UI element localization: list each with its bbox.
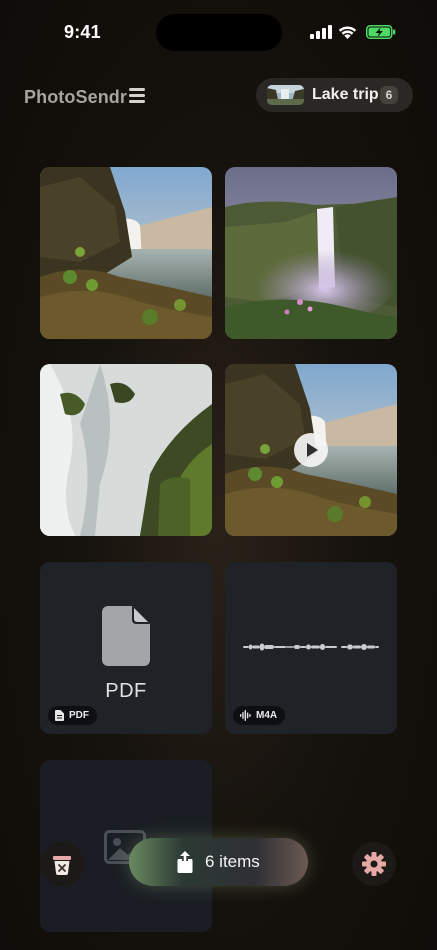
album-thumbnail [267,85,304,105]
media-tile-photo[interactable] [40,167,212,339]
settings-button[interactable] [352,842,396,886]
app-header: PhotoSendr Lake trip 6 [0,78,437,114]
waterfall-photo [40,167,212,339]
waveform-icon [240,710,251,721]
media-tile-audio[interactable]: M4A [225,562,397,734]
file-type-badge-label: M4A [256,710,278,721]
hamburger-icon[interactable] [129,88,147,104]
status-bar: 9:41 [0,0,437,64]
bottom-action-bar: 6 items [0,836,437,892]
file-type-badge: M4A [233,706,286,725]
document-icon [55,710,64,721]
album-item-count-badge: 6 [380,86,398,104]
misty-waterfall-photo [225,167,397,339]
wifi-icon [338,26,357,39]
cellular-signal-icon [310,25,332,39]
send-items-button[interactable]: 6 items [129,838,308,886]
document-icon [102,606,150,666]
file-type-badge: PDF [48,706,97,725]
battery-charging-icon [366,25,396,39]
clear-selection-button[interactable] [40,842,84,886]
play-icon[interactable] [294,433,328,467]
gear-icon [362,852,386,876]
dynamic-island [156,14,282,51]
app-title: PhotoSendr [24,87,127,107]
share-icon [177,851,193,873]
media-tile-document[interactable]: PDF PDF [40,562,212,734]
status-time: 9:41 [64,22,101,42]
document-type-label: PDF [105,680,147,702]
media-tile-photo[interactable] [40,364,212,536]
clear-selection-icon [53,856,71,875]
waveform-icon [243,643,379,651]
album-selector-button[interactable]: Lake trip 6 [256,78,413,112]
album-name: Lake trip [312,86,379,103]
cascade-photo [40,364,212,536]
media-tile-video[interactable] [225,364,397,536]
send-items-label: 6 items [205,852,260,871]
file-type-badge-label: PDF [69,710,89,721]
media-tile-photo[interactable] [225,167,397,339]
